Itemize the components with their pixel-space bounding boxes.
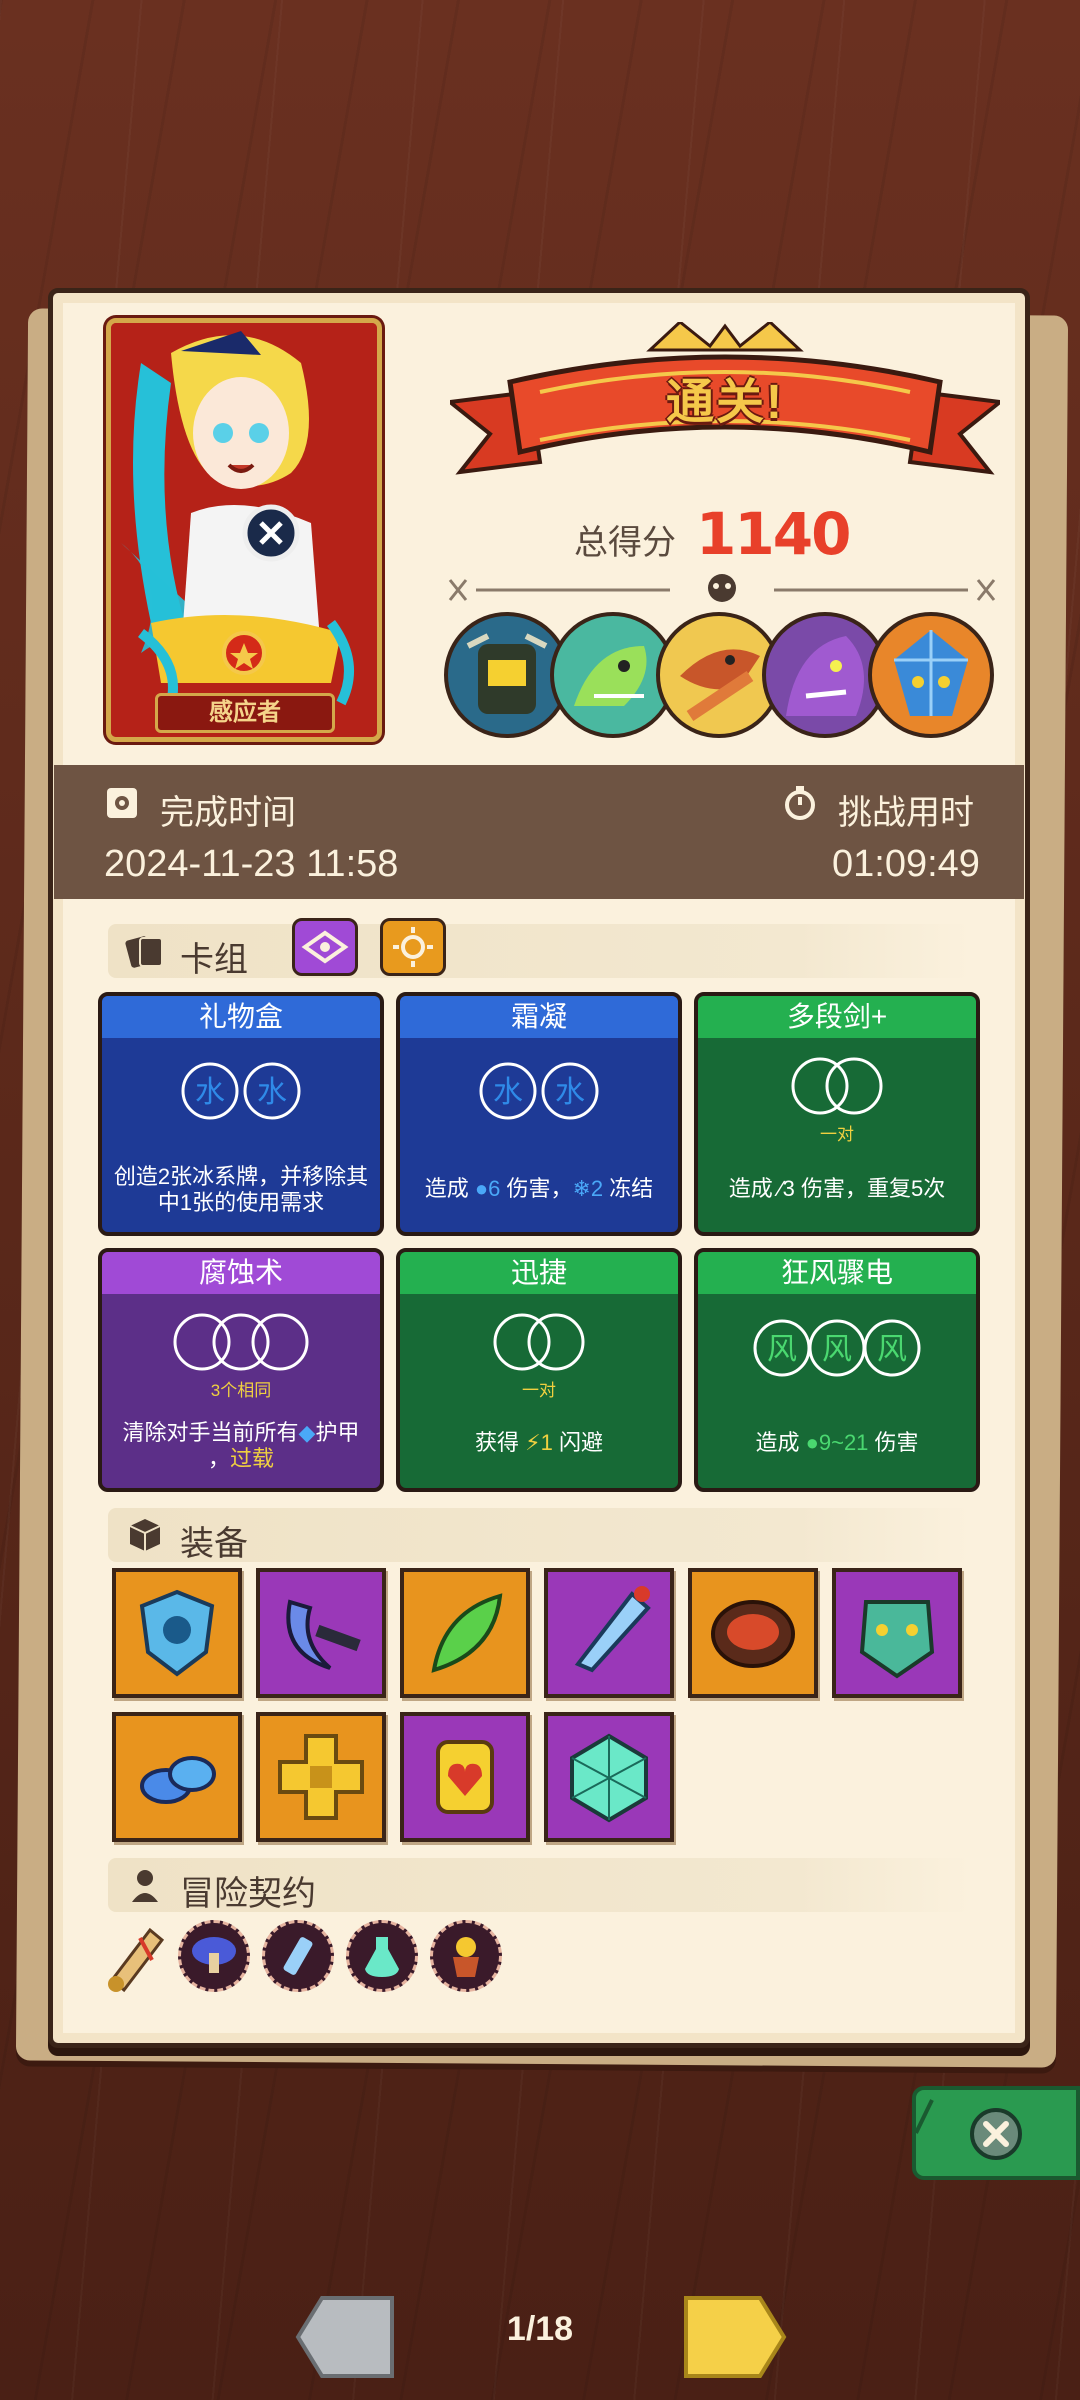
shield-icon: ◆ — [298, 1420, 316, 1445]
svg-text:水: 水 — [555, 1075, 585, 1110]
next-page-button[interactable] — [680, 2292, 790, 2382]
svg-text:风: 风 — [877, 1332, 907, 1367]
flower-pot-contract-icon[interactable] — [430, 1920, 502, 1992]
character-card[interactable]: 感应者 — [106, 318, 382, 742]
slot-requirement: 3个相同 — [210, 1381, 272, 1400]
card-title: 礼物盒 — [102, 996, 380, 1038]
equipment-section-header: 装备 — [108, 1508, 970, 1563]
total-score: 总得分 1140 — [574, 500, 851, 568]
card-description: 清除对手当前所有◆护甲 ，过载 — [122, 1420, 360, 1471]
water-slot-icons: 水 水 — [181, 1062, 301, 1120]
potion-contract-icon[interactable] — [346, 1920, 418, 1992]
deck-title: 卡组 — [180, 941, 248, 979]
victory-banner: 通关! — [445, 320, 1005, 492]
contract-section-header: 冒险契约 — [108, 1858, 970, 1913]
character-portrait — [111, 323, 377, 737]
card-corrosion[interactable]: 腐蚀术 3个相同 清除对手当前所有◆护甲 ，过载 — [98, 1248, 384, 1492]
pair-slot-icons — [791, 1057, 883, 1115]
person-icon — [132, 1870, 158, 1902]
leaf-icon: ● — [805, 1430, 819, 1455]
green-feather-icon[interactable] — [400, 1568, 530, 1698]
crystal-d20-icon[interactable] — [544, 1712, 674, 1842]
golden-cross-icon[interactable] — [256, 1712, 386, 1842]
card-title: 狂风骤电 — [698, 1252, 976, 1294]
equipment-title: 装备 — [180, 1525, 248, 1563]
card-frost[interactable]: 霜凝 水 水 造成 ●6 伤害，❄2 冻结 — [396, 992, 682, 1236]
card-description: 获得 ⚡1 闪避 — [475, 1430, 603, 1455]
challenge-time-label: 挑战用时 — [838, 794, 974, 832]
pair-slot-icons — [493, 1313, 585, 1371]
previous-page-button[interactable] — [292, 2292, 402, 2382]
snowflake-icon: ❄ — [572, 1176, 591, 1201]
victory-title: 通关! — [666, 376, 784, 429]
card-description: 造成 ∕3 伤害，重复5次 — [728, 1176, 946, 1201]
card-title: 迅捷 — [400, 1252, 678, 1294]
lava-stone-icon[interactable] — [688, 1568, 818, 1698]
challenge-time-value: 01:09:49 — [832, 843, 980, 885]
card-description: 创造2张冰系牌，并移除其中1张的使用需求 — [113, 1164, 369, 1215]
defeated-enemies — [444, 612, 1004, 738]
slot-requirement: 一对 — [820, 1125, 854, 1144]
finish-time-label: 完成时间 — [160, 794, 296, 832]
ice-shield-icon[interactable] — [112, 1568, 242, 1698]
svg-text:风: 风 — [822, 1332, 852, 1367]
heart-charm-icon[interactable] — [400, 1712, 530, 1842]
box-icon — [129, 1519, 161, 1551]
sun-icon — [393, 927, 433, 967]
time-info-strip: 完成时间 2024-11-23 11:58 挑战用时 01:09:49 — [54, 765, 1024, 899]
skull-divider — [448, 574, 996, 602]
contract-title: 冒险契约 — [180, 1875, 316, 1913]
character-name: 感应者 — [155, 693, 335, 733]
purple-filter-button[interactable] — [292, 918, 358, 976]
svg-text:风: 风 — [767, 1332, 797, 1367]
slot-requirement: 一对 — [522, 1381, 556, 1400]
card-gift-box[interactable]: 礼物盒 水 水 创造2张冰系牌，并移除其中1张的使用需求 — [98, 992, 384, 1236]
score-label: 总得分 — [574, 524, 676, 562]
tag-contract-icon[interactable] — [262, 1920, 334, 1992]
blue-jelly-icon[interactable] — [112, 1712, 242, 1842]
water-slot-icons: 水 水 — [479, 1062, 599, 1120]
close-icon — [914, 2099, 1022, 2160]
card-description: 造成 ●9~21 伤害 — [755, 1430, 919, 1455]
orange-filter-button[interactable] — [380, 918, 446, 976]
svg-text:水: 水 — [493, 1075, 523, 1110]
swirl-icon — [301, 930, 349, 964]
card-title: 腐蚀术 — [102, 1252, 380, 1294]
cards-icon — [125, 936, 163, 968]
mushroom-contract-icon[interactable] — [178, 1920, 250, 1992]
card-title: 多段剑+ — [698, 996, 976, 1038]
card-multi-slash[interactable]: 多段剑+ 一对 造成 ∕3 伤害，重复5次 — [694, 992, 980, 1236]
triple-slot-icons — [173, 1313, 309, 1371]
card-swift[interactable]: 迅捷 一对 获得 ⚡1 闪避 — [396, 1248, 682, 1492]
card-description: 造成 ●6 伤害，❄2 冻结 — [424, 1176, 654, 1201]
svg-text:水: 水 — [195, 1075, 225, 1110]
lightning-icon: ⚡ — [525, 1430, 541, 1455]
calendar-icon — [107, 788, 137, 818]
demon-mask-icon[interactable] — [832, 1568, 962, 1698]
svg-text:水: 水 — [257, 1075, 287, 1110]
close-button[interactable] — [912, 2086, 1080, 2180]
crescent-blade-icon[interactable] — [256, 1568, 386, 1698]
page-counter: 1/18 — [506, 2310, 574, 2348]
card-storm[interactable]: 狂风骤电 风 风 风 造成 ●9~21 伤害 — [694, 1248, 980, 1492]
ice-dagger-icon[interactable] — [544, 1568, 674, 1698]
finish-time-value: 2024-11-23 11:58 — [104, 843, 399, 885]
water-drop-icon: ● — [474, 1176, 489, 1201]
wind-slot-icons: 风 风 风 — [753, 1319, 921, 1377]
card-title: 霜凝 — [400, 996, 678, 1038]
scroll-icon[interactable] — [100, 1920, 170, 2000]
score-value: 1140 — [696, 500, 851, 568]
stopwatch-icon — [785, 786, 815, 820]
deck-section-header: 卡组 — [108, 918, 970, 979]
crystal-golem-enemy-icon — [868, 612, 994, 738]
